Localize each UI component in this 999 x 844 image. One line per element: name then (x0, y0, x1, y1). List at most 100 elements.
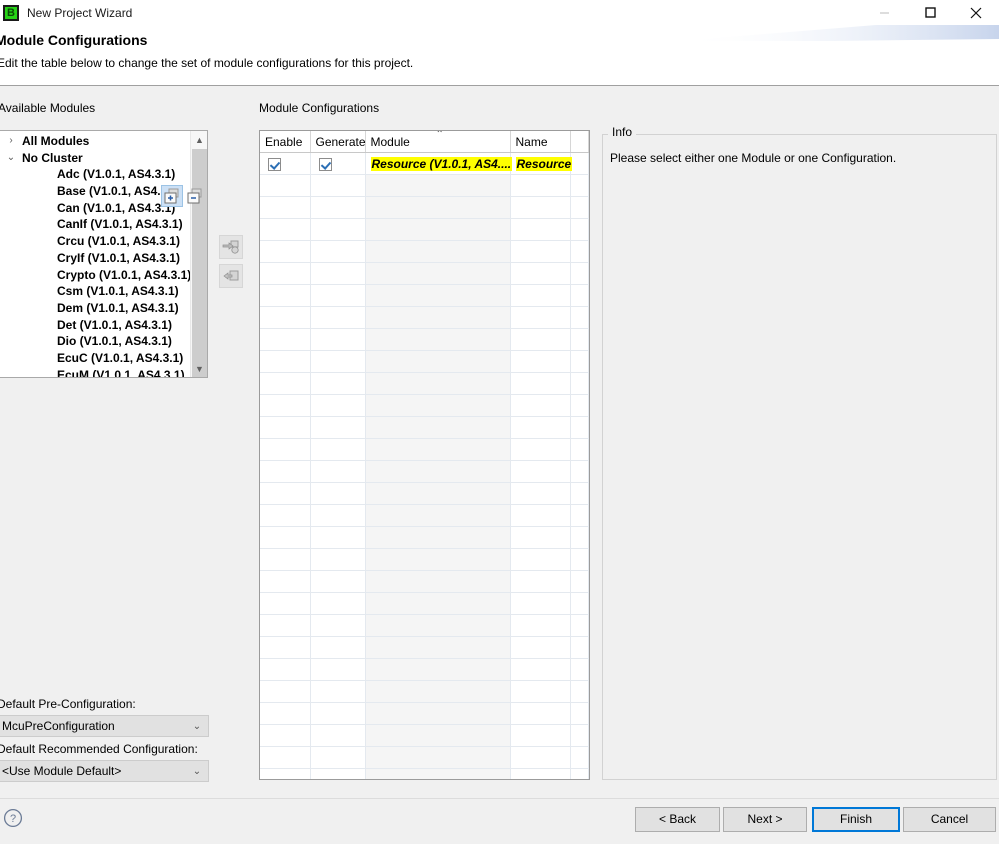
cell-enable (260, 483, 310, 505)
chevron-right-icon[interactable]: › (5, 133, 17, 150)
recommended-configuration-select[interactable]: <Use Module Default> ⌄ (0, 760, 209, 782)
table-empty-row[interactable] (260, 769, 589, 781)
table-empty-row[interactable] (260, 571, 589, 593)
cell-generate (310, 747, 365, 769)
table-empty-row[interactable] (260, 285, 589, 307)
enable-checkbox[interactable] (268, 158, 281, 171)
table-empty-row[interactable] (260, 439, 589, 461)
tree-item-5[interactable]: CanIf (V1.0.1, AS4.3.1) (0, 216, 190, 233)
close-button[interactable] (953, 0, 999, 25)
tree-item-9[interactable]: Csm (V1.0.1, AS4.3.1) (0, 283, 190, 300)
cell-enable (260, 351, 310, 373)
column-header-enable[interactable]: Enable (260, 131, 310, 153)
column-header-name[interactable]: Name (510, 131, 570, 153)
tree-scrollbar[interactable]: ▲ ▼ (190, 131, 207, 377)
table-empty-row[interactable] (260, 549, 589, 571)
tree-item-8[interactable]: Crypto (V1.0.1, AS4.3.1) (0, 267, 190, 284)
expand-all-button[interactable] (161, 185, 183, 207)
tree-item-7[interactable]: CryIf (V1.0.1, AS4.3.1) (0, 250, 190, 267)
tree-group-0[interactable]: ›All Modules (0, 133, 190, 150)
cell-generate (310, 593, 365, 615)
table-empty-row[interactable] (260, 395, 589, 417)
table-empty-row[interactable] (260, 659, 589, 681)
tree-item-10[interactable]: Dem (V1.0.1, AS4.3.1) (0, 300, 190, 317)
cell-enable (260, 549, 310, 571)
recommended-configuration-value: <Use Module Default> (0, 764, 186, 778)
sort-ascending-icon: ⌃ (436, 130, 444, 140)
table-empty-row[interactable] (260, 615, 589, 637)
cell-generate[interactable] (310, 153, 365, 175)
help-button[interactable]: ? (3, 808, 23, 828)
cell-module (365, 483, 510, 505)
table-empty-row[interactable] (260, 681, 589, 703)
table-empty-row[interactable] (260, 593, 589, 615)
minimize-button[interactable] (861, 0, 907, 25)
cell-module (365, 681, 510, 703)
table-empty-row[interactable] (260, 483, 589, 505)
table-empty-row[interactable] (260, 373, 589, 395)
cell-generate (310, 417, 365, 439)
back-button[interactable]: < Back (635, 807, 720, 832)
available-modules-tree[interactable]: ›All Modules⌄No ClusterAdc (V1.0.1, AS4.… (0, 130, 208, 378)
scrollbar-thumb[interactable] (192, 149, 207, 378)
cell-name (510, 351, 570, 373)
cell-spacer (570, 285, 589, 307)
next-button[interactable]: Next > (723, 807, 807, 832)
chevron-down-icon[interactable]: ⌄ (5, 150, 17, 167)
cancel-button[interactable]: Cancel (903, 807, 996, 832)
table-empty-row[interactable] (260, 307, 589, 329)
tree-item-12[interactable]: Dio (V1.0.1, AS4.3.1) (0, 333, 190, 350)
cell-module (365, 461, 510, 483)
cell-module (365, 307, 510, 329)
table-empty-row[interactable] (260, 703, 589, 725)
cell-enable (260, 241, 310, 263)
finish-button[interactable]: Finish (812, 807, 900, 832)
table-empty-row[interactable] (260, 241, 589, 263)
cell-name (510, 373, 570, 395)
tree-item-6[interactable]: Crcu (V1.0.1, AS4.3.1) (0, 233, 190, 250)
table-empty-row[interactable] (260, 263, 589, 285)
scroll-down-icon[interactable]: ▼ (191, 360, 208, 377)
column-header-module[interactable]: Module ⌃ (365, 131, 510, 153)
table-empty-row[interactable] (260, 219, 589, 241)
wizard-header: Module Configurations Edit the table bel… (0, 25, 999, 86)
pre-configuration-select[interactable]: McuPreConfiguration ⌄ (0, 715, 209, 737)
cell-enable[interactable] (260, 153, 310, 175)
tree-item-2[interactable]: Adc (V1.0.1, AS4.3.1) (0, 166, 190, 183)
table-empty-row[interactable] (260, 505, 589, 527)
cell-module (365, 197, 510, 219)
table-empty-row[interactable] (260, 329, 589, 351)
maximize-button[interactable] (907, 0, 953, 25)
cell-spacer (570, 747, 589, 769)
collapse-all-button[interactable] (184, 185, 206, 207)
tree-item-11[interactable]: Det (V1.0.1, AS4.3.1) (0, 317, 190, 334)
cell-module (365, 703, 510, 725)
table-empty-row[interactable] (260, 417, 589, 439)
scroll-up-icon[interactable]: ▲ (191, 131, 208, 148)
table-empty-row[interactable] (260, 197, 589, 219)
cell-module[interactable]: Resource (V1.0.1, AS4.... (365, 153, 510, 175)
table-empty-row[interactable] (260, 747, 589, 769)
table-empty-row[interactable] (260, 461, 589, 483)
table-empty-row[interactable] (260, 175, 589, 197)
column-header-generate[interactable]: Generate (310, 131, 365, 153)
cell-enable (260, 263, 310, 285)
cell-generate (310, 263, 365, 285)
tree-item-13[interactable]: EcuC (V1.0.1, AS4.3.1) (0, 350, 190, 367)
cell-module (365, 219, 510, 241)
table-empty-row[interactable] (260, 527, 589, 549)
add-module-button[interactable] (219, 235, 243, 259)
tree-group-1[interactable]: ⌄No Cluster (0, 150, 190, 167)
tree-item-14[interactable]: EcuM (V1.0.1, AS4.3.1) (0, 367, 190, 378)
generate-checkbox[interactable] (319, 158, 332, 171)
remove-module-button[interactable] (219, 264, 243, 288)
chevron-down-icon: ⌄ (186, 766, 208, 777)
table-header-row: Enable Generate Module ⌃ Name (260, 131, 589, 153)
tree-item-label: CanIf (V1.0.1, AS4.3.1) (57, 217, 183, 231)
table-empty-row[interactable] (260, 725, 589, 747)
table-empty-row[interactable] (260, 351, 589, 373)
cell-name[interactable]: Resource (510, 153, 570, 175)
table-empty-row[interactable] (260, 637, 589, 659)
table-row[interactable]: Resource (V1.0.1, AS4....Resource (260, 153, 589, 175)
module-configurations-table[interactable]: Enable Generate Module ⌃ Name Resource (… (259, 130, 590, 780)
